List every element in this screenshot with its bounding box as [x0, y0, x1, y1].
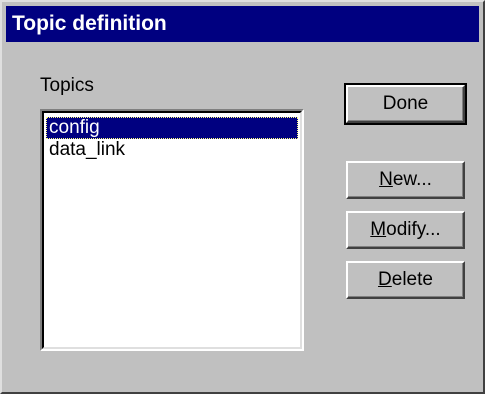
topics-label: Topics — [40, 75, 94, 96]
modify-button-label: odify... — [386, 219, 441, 240]
delete-button[interactable]: Delete — [346, 261, 465, 299]
new-button-mnemonic: N — [379, 169, 393, 190]
done-button[interactable]: Done — [344, 83, 467, 125]
title-bar: Topic definition — [6, 6, 479, 42]
delete-button-mnemonic: D — [378, 269, 392, 290]
topics-listbox[interactable]: config data_link — [40, 109, 304, 351]
delete-button-label: elete — [391, 269, 433, 290]
topics-listbox-inner: config data_link — [42, 111, 302, 349]
window-title: Topic definition — [12, 12, 167, 35]
list-item-data-link[interactable]: data_link — [46, 139, 298, 161]
modify-button[interactable]: Modify... — [346, 211, 465, 249]
topic-definition-dialog: Topic definition Topics config data_link… — [0, 0, 485, 394]
new-button[interactable]: New... — [346, 161, 465, 199]
modify-button-mnemonic: M — [370, 219, 387, 240]
list-item-config[interactable]: config — [46, 117, 298, 139]
new-button-label: ew... — [392, 169, 432, 190]
